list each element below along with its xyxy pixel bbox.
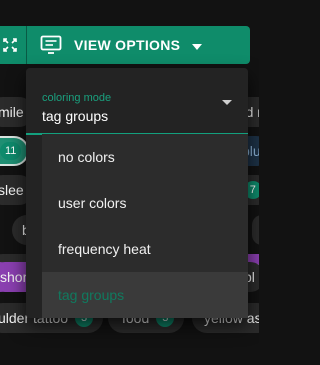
coloring-mode-select[interactable]: coloring mode tag groups — [26, 68, 248, 136]
chevron-down-icon — [222, 100, 232, 105]
option-user-colors[interactable]: user colors — [42, 180, 248, 226]
expand-arrows-icon[interactable] — [0, 26, 20, 64]
coloring-mode-value: tag groups — [42, 108, 109, 124]
view-options-icon — [40, 35, 62, 55]
tag-count-badge: 11 — [0, 142, 22, 160]
option-no-colors[interactable]: no colors — [42, 134, 248, 180]
toolbar: VIEW OPTIONS — [0, 26, 250, 64]
chevron-down-icon — [192, 37, 203, 53]
option-label: frequency heat — [58, 241, 151, 257]
coloring-mode-label: coloring mode — [42, 92, 112, 104]
tag-chip[interactable] — [252, 215, 259, 245]
view-options-menu: coloring mode tag groups no colors user … — [26, 68, 248, 318]
option-label: user colors — [58, 195, 127, 211]
view-options-button[interactable]: VIEW OPTIONS — [40, 26, 203, 64]
coloring-mode-options: no colors user colors frequency heat tag… — [42, 134, 248, 318]
tag-label: mile — [0, 104, 24, 120]
option-tag-groups[interactable]: tag groups — [42, 272, 248, 318]
tag-label: slee — [0, 182, 24, 198]
option-label: no colors — [58, 149, 115, 165]
view-options-label: VIEW OPTIONS — [74, 37, 181, 53]
tag-browser-page: mile losed m 11 blu slee es 7 ba 5 doors… — [0, 0, 259, 365]
toolbar-divider — [26, 26, 27, 64]
option-frequency-heat[interactable]: frequency heat — [42, 226, 248, 272]
option-label: tag groups — [58, 287, 125, 303]
tag-chip-highlighted[interactable]: 11 — [0, 136, 30, 166]
